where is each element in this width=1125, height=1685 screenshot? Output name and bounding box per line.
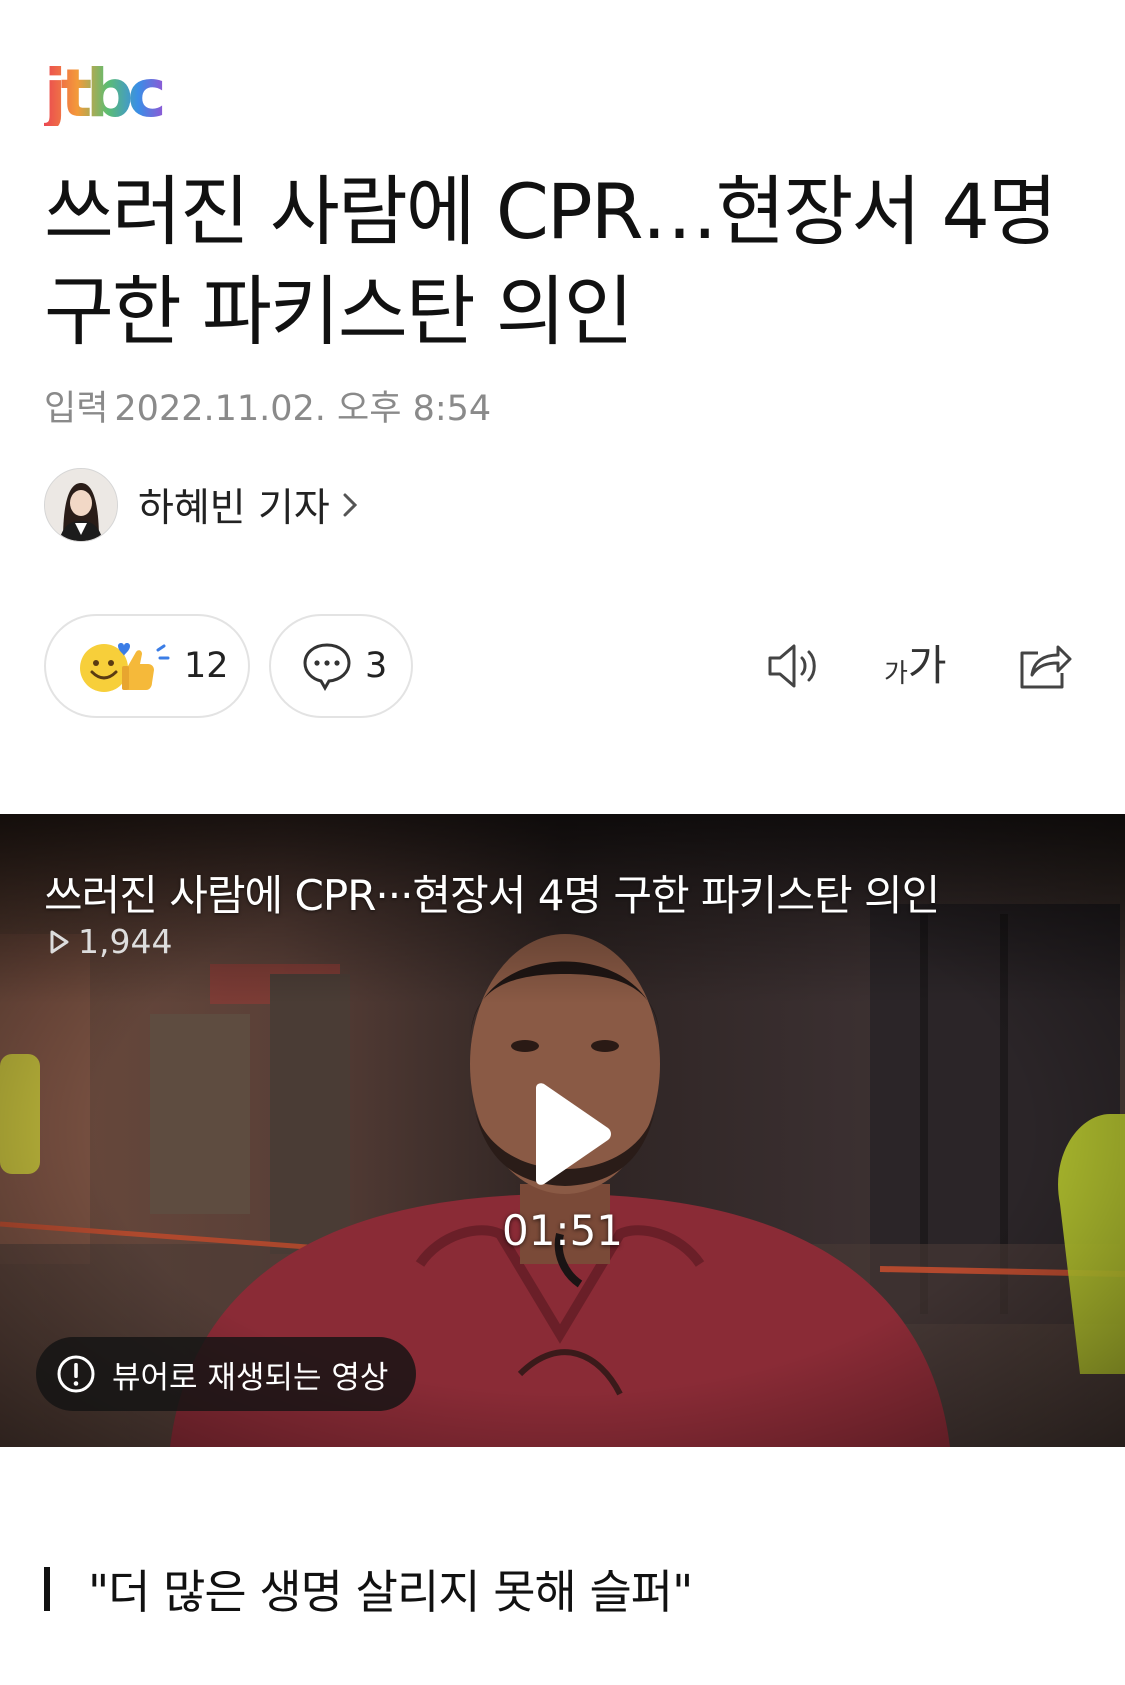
- date-label: 입력: [44, 389, 109, 429]
- info-icon: [57, 1355, 95, 1393]
- viewer-notice-text: 뷰어로 재생되는 영상: [112, 1359, 389, 1396]
- share-icon: [1020, 645, 1072, 689]
- comment-count: 3: [365, 646, 388, 686]
- jtbc-logo[interactable]: jtbc: [41, 55, 184, 132]
- article-subheading: "더 많은 생명 살리지 못해 슬퍼": [44, 1556, 693, 1622]
- chevron-right-icon: [343, 493, 357, 517]
- date-value: 2022.11.02. 오후 8:54: [114, 389, 492, 429]
- speaker-icon: [768, 644, 816, 688]
- video-duration: 01:51: [501, 1206, 624, 1255]
- font-size-button[interactable]: 가 가: [884, 636, 947, 696]
- author-avatar: [44, 468, 118, 542]
- comment-button[interactable]: 3: [269, 614, 413, 718]
- video-view-count: 1,944: [48, 922, 172, 961]
- reaction-count: 12: [184, 646, 229, 686]
- font-size-icon: 가 가: [884, 641, 947, 690]
- reaction-button[interactable]: 12: [44, 614, 250, 718]
- author-link[interactable]: 하혜빈 기자: [44, 468, 362, 542]
- video-title: 쓰러진 사람에 CPR···현장서 4명 구한 파키스탄 의인: [44, 871, 940, 920]
- font-size-small-label: 가: [884, 659, 908, 689]
- author-name: 하혜빈 기자: [138, 486, 330, 531]
- subheading-bar: [44, 1567, 50, 1611]
- reaction-emoji-icon: [80, 643, 170, 692]
- play-icon: [536, 1083, 611, 1185]
- subheading-text: "더 많은 생명 살리지 못해 슬퍼": [88, 1565, 693, 1619]
- jtbc-logo-icon: jtbc: [41, 55, 168, 132]
- avatar-image: [45, 469, 117, 541]
- font-size-large-label: 가: [907, 641, 947, 690]
- article-dateline: 입력 2022.11.02. 오후 8:54: [44, 380, 491, 431]
- play-count-icon: [50, 930, 69, 953]
- play-button[interactable]: [520, 1080, 620, 1190]
- viewer-notice-badge[interactable]: 뷰어로 재생되는 영상: [36, 1337, 416, 1411]
- share-button[interactable]: [1016, 636, 1074, 696]
- video-views: 1,944: [78, 922, 173, 961]
- logo-text: jtbc: [44, 62, 162, 126]
- audio-button[interactable]: [766, 636, 824, 696]
- article-headline: 쓰러진 사람에 CPR…현장서 4명 구한 파키스탄 의인: [44, 167, 1058, 356]
- comment-bubble-icon: [303, 643, 351, 691]
